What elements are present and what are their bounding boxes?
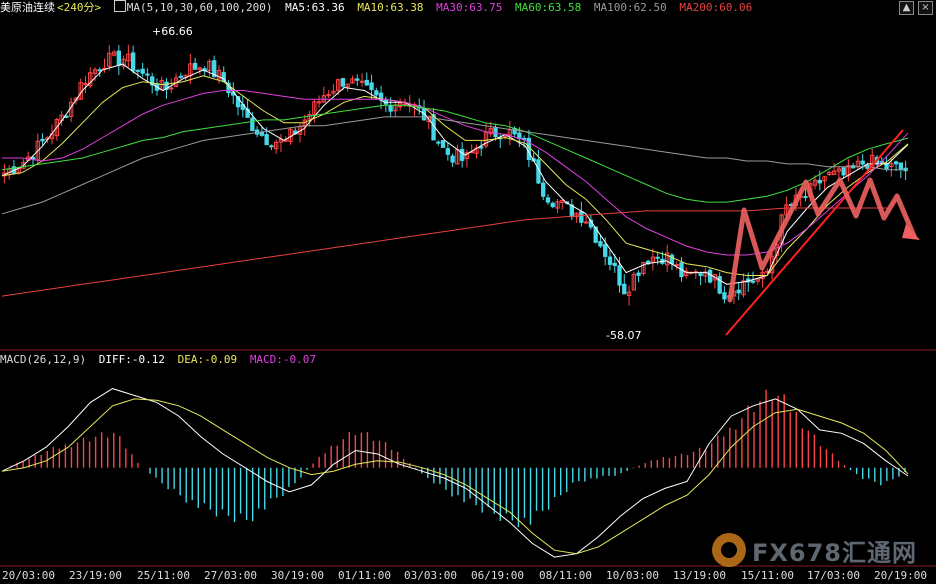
candle-down: [364, 79, 369, 86]
candle-down: [436, 141, 441, 144]
candle-down: [178, 75, 183, 78]
instrument-title: 美原油连续: [0, 1, 55, 14]
candle-down: [655, 256, 660, 259]
watermark-text: FX678汇通网: [752, 538, 917, 567]
dea-value: DEA:-0.09: [177, 353, 238, 366]
ma60-line: [1, 104, 909, 203]
candle-down: [40, 138, 45, 142]
ma100-line: [1, 116, 908, 215]
x-tick-label: 10/03:00: [606, 569, 659, 582]
candle-down: [145, 73, 150, 76]
candle-down: [374, 90, 379, 96]
candle-down: [30, 156, 36, 160]
ma-icon: [113, 0, 126, 12]
period-label[interactable]: <240分>: [57, 1, 101, 14]
candle-up: [83, 82, 88, 85]
candle-up: [169, 87, 174, 90]
ma5-value: MA5:63.36: [285, 1, 345, 14]
candle-down: [736, 289, 741, 294]
x-tick-label: 23/19:00: [69, 569, 122, 582]
candle-down: [340, 78, 346, 87]
ma200-value: MA200:60.06: [679, 1, 753, 14]
price-chart[interactable]: [0, 0, 936, 584]
candle-down: [617, 265, 622, 286]
candle-down: [893, 161, 899, 165]
candle-down: [493, 126, 498, 138]
candle-down: [369, 82, 374, 91]
x-tick-label: 20/03:00: [2, 569, 55, 582]
candle-up: [583, 221, 589, 224]
candle-down: [130, 52, 136, 72]
candle-down: [622, 283, 627, 295]
x-tick-label: 13/19:00: [673, 569, 726, 582]
x-tick-label: 30/19:00: [271, 569, 324, 582]
candle-down: [598, 241, 603, 247]
ma100-value: MA100:62.50: [593, 1, 667, 14]
x-tick-label: 20/19:00: [874, 569, 927, 582]
scroll-up-icon[interactable]: ▲: [899, 1, 914, 15]
ma-label: MA(5,10,30,60,100,200): [126, 1, 273, 14]
candle-down: [898, 162, 904, 170]
candle-down: [750, 280, 756, 283]
candle-down: [459, 148, 465, 161]
candle-down: [612, 262, 617, 267]
candle-down: [269, 145, 274, 148]
candle-up: [674, 264, 679, 267]
candle-down: [135, 69, 141, 72]
candle-down: [817, 179, 822, 184]
x-tick-label: 27/03:00: [204, 569, 257, 582]
diff-value: DIFF:-0.12: [98, 353, 165, 366]
candle-down: [636, 272, 641, 276]
candle-down: [192, 62, 198, 70]
macd-header: MACD(26,12,9) DIFF:-0.12 DEA:-0.09 MACD:…: [0, 352, 322, 367]
x-tick-label: 06/19:00: [471, 569, 524, 582]
candle-down: [97, 69, 102, 72]
candle-down: [698, 273, 703, 276]
high-annotation: +66.66: [152, 25, 193, 38]
candle-down: [355, 78, 360, 81]
watermark-logo-icon: [712, 533, 746, 567]
price-header: 美原油连续 <240分> MA(5,10,30,60,100,200) MA5:6…: [0, 0, 758, 16]
candle-down: [550, 202, 555, 208]
candle-down: [545, 197, 551, 203]
candle-down: [140, 68, 145, 74]
x-tick-label: 15/11:00: [741, 569, 794, 582]
candle-down: [579, 211, 584, 223]
candle-down: [803, 196, 808, 199]
candle-down: [841, 167, 846, 176]
watermark: FX678汇通网: [712, 532, 917, 568]
x-tick-label: 01/11:00: [338, 569, 391, 582]
candle-down: [450, 155, 455, 163]
candle-down: [445, 148, 451, 155]
candle-down: [722, 292, 727, 300]
candle-down: [607, 256, 613, 265]
ma30-value: MA30:63.75: [436, 1, 503, 14]
x-tick-label: 17/03:00: [807, 569, 860, 582]
candle-down: [440, 139, 446, 148]
ma60-value: MA60:63.58: [515, 1, 582, 14]
candle-down: [860, 160, 865, 165]
candle-down: [116, 50, 121, 66]
ma10-value: MA10:63.38: [357, 1, 424, 14]
candle-down: [541, 182, 546, 197]
candle-down: [264, 134, 269, 146]
x-tick-label: 03/03:00: [404, 569, 457, 582]
candle-down: [603, 244, 608, 257]
low-annotation: -58.07: [606, 329, 642, 342]
candle-down: [479, 146, 484, 149]
close-icon[interactable]: ×: [918, 1, 933, 15]
macd-label: MACD(26,12,9): [0, 353, 87, 366]
x-tick-label: 08/11:00: [539, 569, 592, 582]
macd-value: MACD:-0.07: [249, 353, 317, 366]
candle-down: [250, 117, 255, 132]
x-tick-label: 25/11:00: [137, 569, 190, 582]
candle-down: [259, 131, 265, 136]
candle-down: [707, 269, 713, 283]
candle-down: [388, 104, 393, 112]
